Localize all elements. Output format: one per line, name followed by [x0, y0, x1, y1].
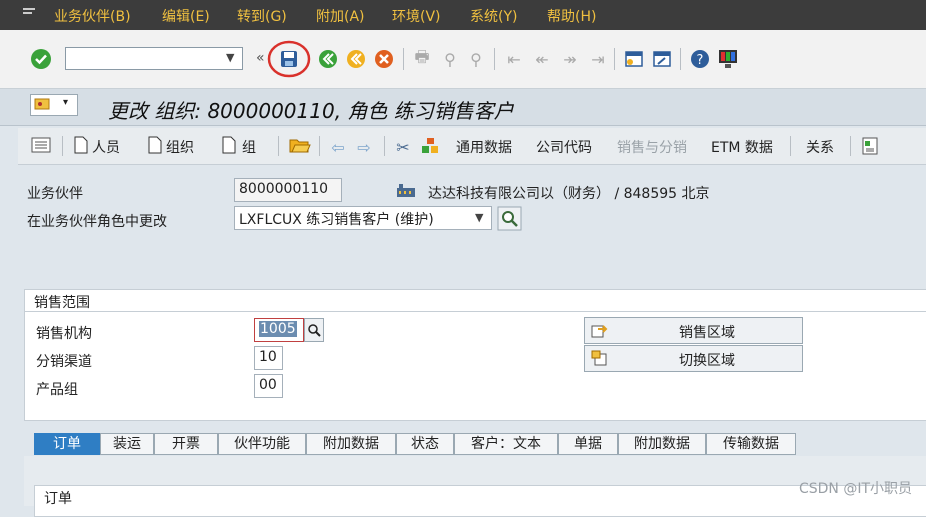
chevron-down-icon: ▾: [63, 97, 69, 108]
new-session-icon[interactable]: [624, 49, 644, 69]
organization-icon: [397, 184, 415, 197]
search-help-icon[interactable]: [304, 318, 324, 342]
sales-area-icon: [591, 325, 608, 338]
company-code-button[interactable]: 公司代码: [536, 137, 592, 157]
toolbar-separator: [680, 48, 681, 70]
check-icon[interactable]: [30, 48, 52, 70]
tab-additional-data[interactable]: 附加数据: [306, 433, 396, 455]
person-button[interactable]: 人员: [92, 137, 120, 157]
organization-button[interactable]: 组织: [166, 137, 194, 157]
sales-areas-button[interactable]: 销售区域: [584, 317, 803, 344]
tab-additional-data-2[interactable]: 附加数据: [618, 433, 706, 455]
chevron-down-icon[interactable]: ▼: [475, 211, 483, 224]
toolbar-separator: [790, 136, 791, 156]
system-menu-icon[interactable]: [22, 6, 38, 20]
display-icon[interactable]: [860, 136, 880, 156]
tab-transfer-data[interactable]: 传输数据: [706, 433, 796, 455]
switch-area-button[interactable]: 切换区域: [584, 345, 803, 372]
toolbar-separator: [62, 136, 63, 156]
distribution-channel-label: 分销渠道: [36, 354, 92, 370]
sales-area-header: [24, 289, 926, 312]
chevron-down-icon[interactable]: ▼: [226, 51, 234, 64]
collapse-icon[interactable]: «: [256, 50, 265, 66]
menu-goto[interactable]: 转到(G): [237, 6, 287, 26]
toolbar-separator: [850, 136, 851, 156]
document-icon: [74, 136, 88, 154]
open-folder-icon[interactable]: [289, 136, 311, 154]
tab-order[interactable]: 订单: [34, 433, 100, 455]
etm-data-button[interactable]: ETM 数据: [711, 137, 773, 157]
group-button[interactable]: 组: [242, 137, 256, 157]
exit-icon[interactable]: [346, 49, 366, 69]
change-in-role-label: 在业务伙伴角色中更改: [27, 214, 167, 230]
tab-shipping[interactable]: 装运: [100, 433, 154, 455]
business-partner-label: 业务伙伴: [27, 186, 83, 202]
switch-area-icon: [591, 350, 607, 366]
partner-icon: [34, 98, 50, 110]
relations-button[interactable]: 关系: [806, 137, 834, 157]
svg-text:?: ?: [697, 53, 704, 68]
arrow-right-icon[interactable]: ⇨: [354, 137, 374, 157]
menu-extras[interactable]: 附加(A): [316, 6, 365, 26]
menu-help[interactable]: 帮助(H): [547, 6, 596, 26]
menu-business-partner[interactable]: 业务伙伴(B): [54, 6, 131, 26]
business-partner-field[interactable]: 8000000110: [234, 178, 342, 202]
document-icon: [148, 136, 162, 154]
toolbar-separator: [494, 48, 495, 70]
tab-documents[interactable]: 单据: [558, 433, 618, 455]
tab-status[interactable]: 状态: [396, 433, 454, 455]
first-page-icon[interactable]: ⇤: [504, 49, 524, 69]
sales-distribution-button[interactable]: 销售与分销: [617, 137, 687, 157]
distribution-channel-field[interactable]: 10: [254, 346, 283, 370]
menu-bar: 业务伙伴(B) 编辑(E) 转到(G) 附加(A) 环境(V) 系统(Y) 帮助…: [0, 0, 926, 30]
tab-billing[interactable]: 开票: [154, 433, 218, 455]
division-field[interactable]: 00: [254, 374, 283, 398]
tab-partner-functions[interactable]: 伙伴功能: [218, 433, 306, 455]
menu-edit[interactable]: 编辑(E): [162, 6, 210, 26]
prev-page-icon[interactable]: ↞: [532, 49, 552, 69]
find-next-icon[interactable]: ⚲: [466, 49, 486, 69]
layout-icon[interactable]: [717, 48, 739, 70]
arrow-left-icon[interactable]: ⇦: [328, 137, 348, 157]
next-page-icon[interactable]: ↠: [560, 49, 580, 69]
business-partner-description: 达达科技有限公司以（财务） / 848595 北京: [428, 186, 710, 202]
tools-icon[interactable]: ✂: [393, 137, 413, 157]
cancel-icon[interactable]: [374, 49, 394, 69]
toolbar-separator: [384, 136, 385, 156]
role-details-icon[interactable]: [497, 206, 522, 231]
page-title: 更改 组织: 8000000110, 角色 练习销售客户: [108, 99, 514, 123]
last-page-icon[interactable]: ⇥: [588, 49, 608, 69]
command-field[interactable]: [65, 47, 243, 70]
overview-icon[interactable]: [31, 137, 51, 153]
tab-customer-text[interactable]: 客户：文本: [454, 433, 558, 455]
title-menu-button[interactable]: ▾: [30, 94, 78, 116]
sales-area-title: 销售范围: [34, 295, 90, 311]
menu-system[interactable]: 系统(Y): [470, 6, 517, 26]
order-group: [34, 485, 926, 517]
help-icon[interactable]: ?: [690, 49, 710, 69]
sales-org-value: 1005: [259, 321, 297, 337]
save-icon[interactable]: [279, 49, 299, 69]
general-data-button[interactable]: 通用数据: [456, 137, 512, 157]
sales-org-label: 销售机构: [36, 326, 92, 342]
toolbar-separator: [614, 48, 615, 70]
menu-environment[interactable]: 环境(V): [392, 6, 441, 26]
order-section-title: 订单: [44, 491, 72, 507]
switch-area-label: 切换区域: [679, 353, 735, 369]
print-icon[interactable]: 🖶: [412, 47, 432, 69]
toolbar-separator: [278, 136, 279, 156]
back-icon[interactable]: [318, 49, 338, 69]
shortcut-icon[interactable]: [652, 49, 672, 69]
toolbar-separator: [319, 136, 320, 156]
sales-org-field[interactable]: 1005: [254, 318, 304, 342]
role-select[interactable]: LXFLCUX 练习销售客户 (维护): [234, 206, 492, 230]
find-icon[interactable]: ⚲: [440, 49, 460, 69]
toolbar-separator: [403, 48, 404, 70]
watermark: CSDN @IT小职员: [798, 481, 912, 497]
division-label: 产品组: [36, 382, 78, 398]
document-icon: [222, 136, 236, 154]
sales-areas-label: 销售区域: [679, 325, 735, 341]
hierarchy-icon[interactable]: [420, 137, 440, 155]
